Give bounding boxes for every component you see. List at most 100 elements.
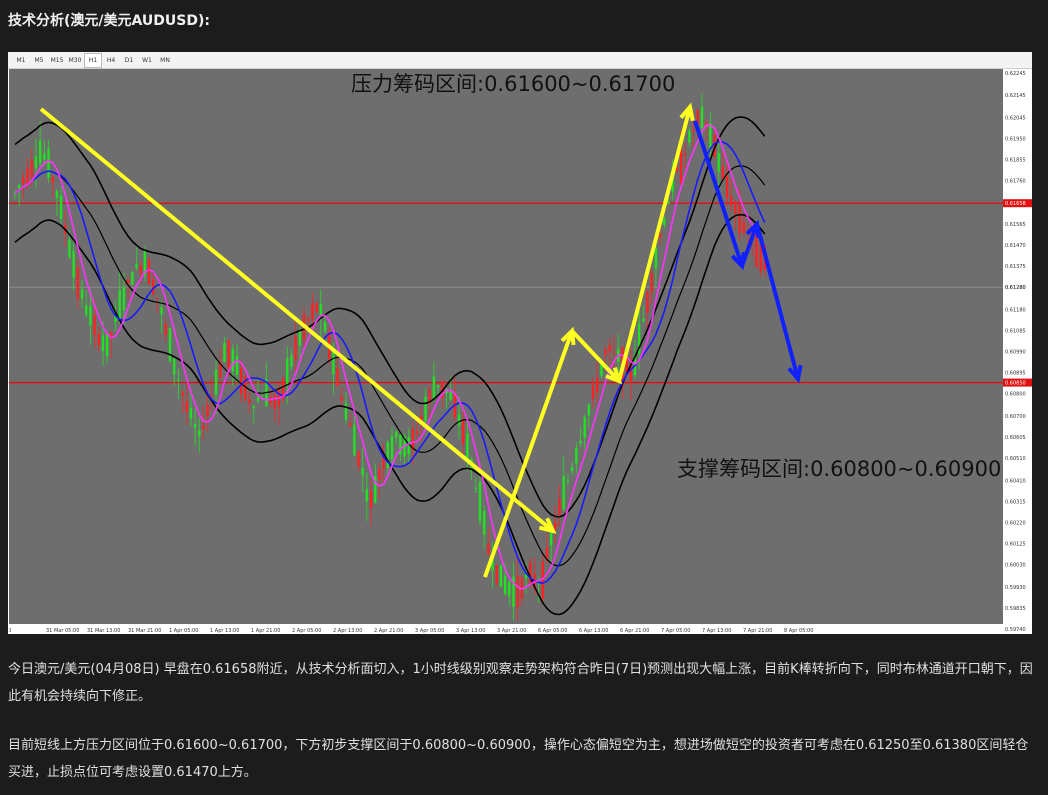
candle-body [449, 391, 452, 400]
price-tick-label: 0.60410 [1005, 478, 1026, 484]
candle-body [135, 264, 138, 268]
candle-body [562, 475, 565, 510]
candle-body [168, 328, 172, 362]
price-tick-label: 0.62245 [1005, 71, 1026, 77]
candle-body [294, 336, 297, 361]
candle-body [156, 297, 159, 299]
candle-body [579, 440, 582, 444]
candle-body [386, 442, 390, 468]
timeframe-button-m1[interactable]: M1 [12, 53, 30, 68]
candle-body [478, 481, 482, 521]
candle-body [684, 153, 687, 156]
candle-body [369, 490, 373, 509]
candle-body [85, 304, 88, 315]
candle-body [193, 424, 197, 428]
candle-body [189, 407, 193, 419]
candle-body [34, 156, 38, 169]
candle-body [298, 330, 302, 346]
current-price-label: 0.61280 [1005, 285, 1026, 291]
time-tick-label: 1 Apr 13:00 [210, 628, 239, 634]
time-tick-label: 30 [9, 628, 11, 634]
timeframe-button-w1[interactable]: W1 [138, 53, 156, 68]
candle-body [273, 394, 276, 410]
price-tick-label: 0.61470 [1005, 243, 1026, 249]
candle-body [59, 195, 63, 219]
candle-body [612, 352, 616, 354]
time-tick-label: 31 Mar 05:00 [46, 628, 79, 634]
time-tick-label: 31 Mar 21:00 [128, 628, 161, 634]
candle-body [26, 167, 29, 186]
candle-body [482, 510, 486, 535]
trend-arrow-down-long [39, 107, 555, 533]
candle-body [566, 481, 570, 483]
timeframe-button-d1[interactable]: D1 [120, 53, 138, 68]
candle-body [235, 355, 239, 375]
time-tick-label: 6 Apr 21:00 [620, 628, 649, 634]
candle-body [22, 176, 25, 185]
trend-arrow-up-2 [617, 106, 692, 382]
price-tick-label: 0.59930 [1005, 585, 1026, 591]
price-tick-label: 0.59740 [1005, 627, 1026, 633]
candle-body [105, 333, 109, 357]
candle-body [415, 431, 419, 434]
price-tick-label: 0.60220 [1005, 520, 1026, 526]
candle-body [311, 303, 314, 320]
candle-body [231, 349, 235, 372]
timeframe-button-h4[interactable]: H4 [102, 53, 120, 68]
candle-body [361, 467, 364, 476]
candle-body [101, 335, 105, 352]
candle-body [147, 259, 151, 285]
candle-body [570, 466, 574, 472]
candle-body [172, 358, 176, 375]
candle-body [529, 562, 532, 585]
candle-body [558, 498, 561, 516]
candle-body [357, 451, 360, 467]
candle-body [97, 333, 100, 346]
candle-body [583, 417, 586, 438]
candle-body [730, 195, 733, 206]
candle-body [68, 239, 71, 258]
chart-plot-area[interactable]: 压力筹码区间:0.61600~0.61700 支撑筹码区间:0.60800~0.6… [9, 69, 1003, 634]
candle-body [432, 376, 436, 401]
level-price-label: 0.60850 [1005, 381, 1026, 387]
candle-body [591, 385, 595, 399]
time-tick-label: 2 Apr 13:00 [333, 628, 362, 634]
trend-arrow-pullback [570, 329, 621, 383]
price-tick-label: 0.60125 [1005, 542, 1026, 548]
price-tick-label: 0.60510 [1005, 456, 1026, 462]
candle-body [198, 430, 201, 437]
candle-body [378, 469, 381, 480]
time-tick-label: 31 Mar 13:00 [87, 628, 120, 634]
price-tick-label: 0.60895 [1005, 371, 1026, 377]
candle-body [17, 184, 21, 189]
time-tick-label: 7 Apr 21:00 [743, 628, 772, 634]
candle-body [38, 140, 42, 164]
timeframe-button-m30[interactable]: M30 [66, 53, 84, 68]
time-tick-label: 1 Apr 21:00 [251, 628, 280, 634]
timeframe-button-m5[interactable]: M5 [30, 53, 48, 68]
trend-arrow-up-1 [483, 330, 574, 578]
candle-body [152, 279, 155, 295]
candle-body [47, 148, 50, 178]
time-tick-label: 3 Apr 21:00 [497, 628, 526, 634]
candle-body [206, 404, 209, 416]
price-tick-label: 0.61565 [1005, 222, 1026, 228]
timeframe-button-m15[interactable]: M15 [48, 53, 66, 68]
candle-body [348, 423, 352, 426]
candle-body [596, 377, 599, 393]
moving-average-fast [14, 124, 766, 590]
candle-body [286, 358, 289, 386]
candle-body [457, 414, 461, 425]
candle-body [365, 489, 369, 502]
candle-body [604, 349, 607, 356]
timeframe-button-h1[interactable]: H1 [84, 53, 102, 68]
candle-body [248, 399, 251, 404]
level-price-label: 0.61658 [1005, 201, 1026, 207]
timeframe-button-mn[interactable]: MN [156, 53, 174, 68]
time-tick-label: 2 Apr 05:00 [292, 628, 321, 634]
candle-body [202, 425, 205, 430]
candle-body [436, 385, 440, 388]
time-tick-label: 1 Apr 05:00 [169, 628, 198, 634]
candle-body [315, 303, 318, 312]
candle-body [210, 395, 214, 397]
